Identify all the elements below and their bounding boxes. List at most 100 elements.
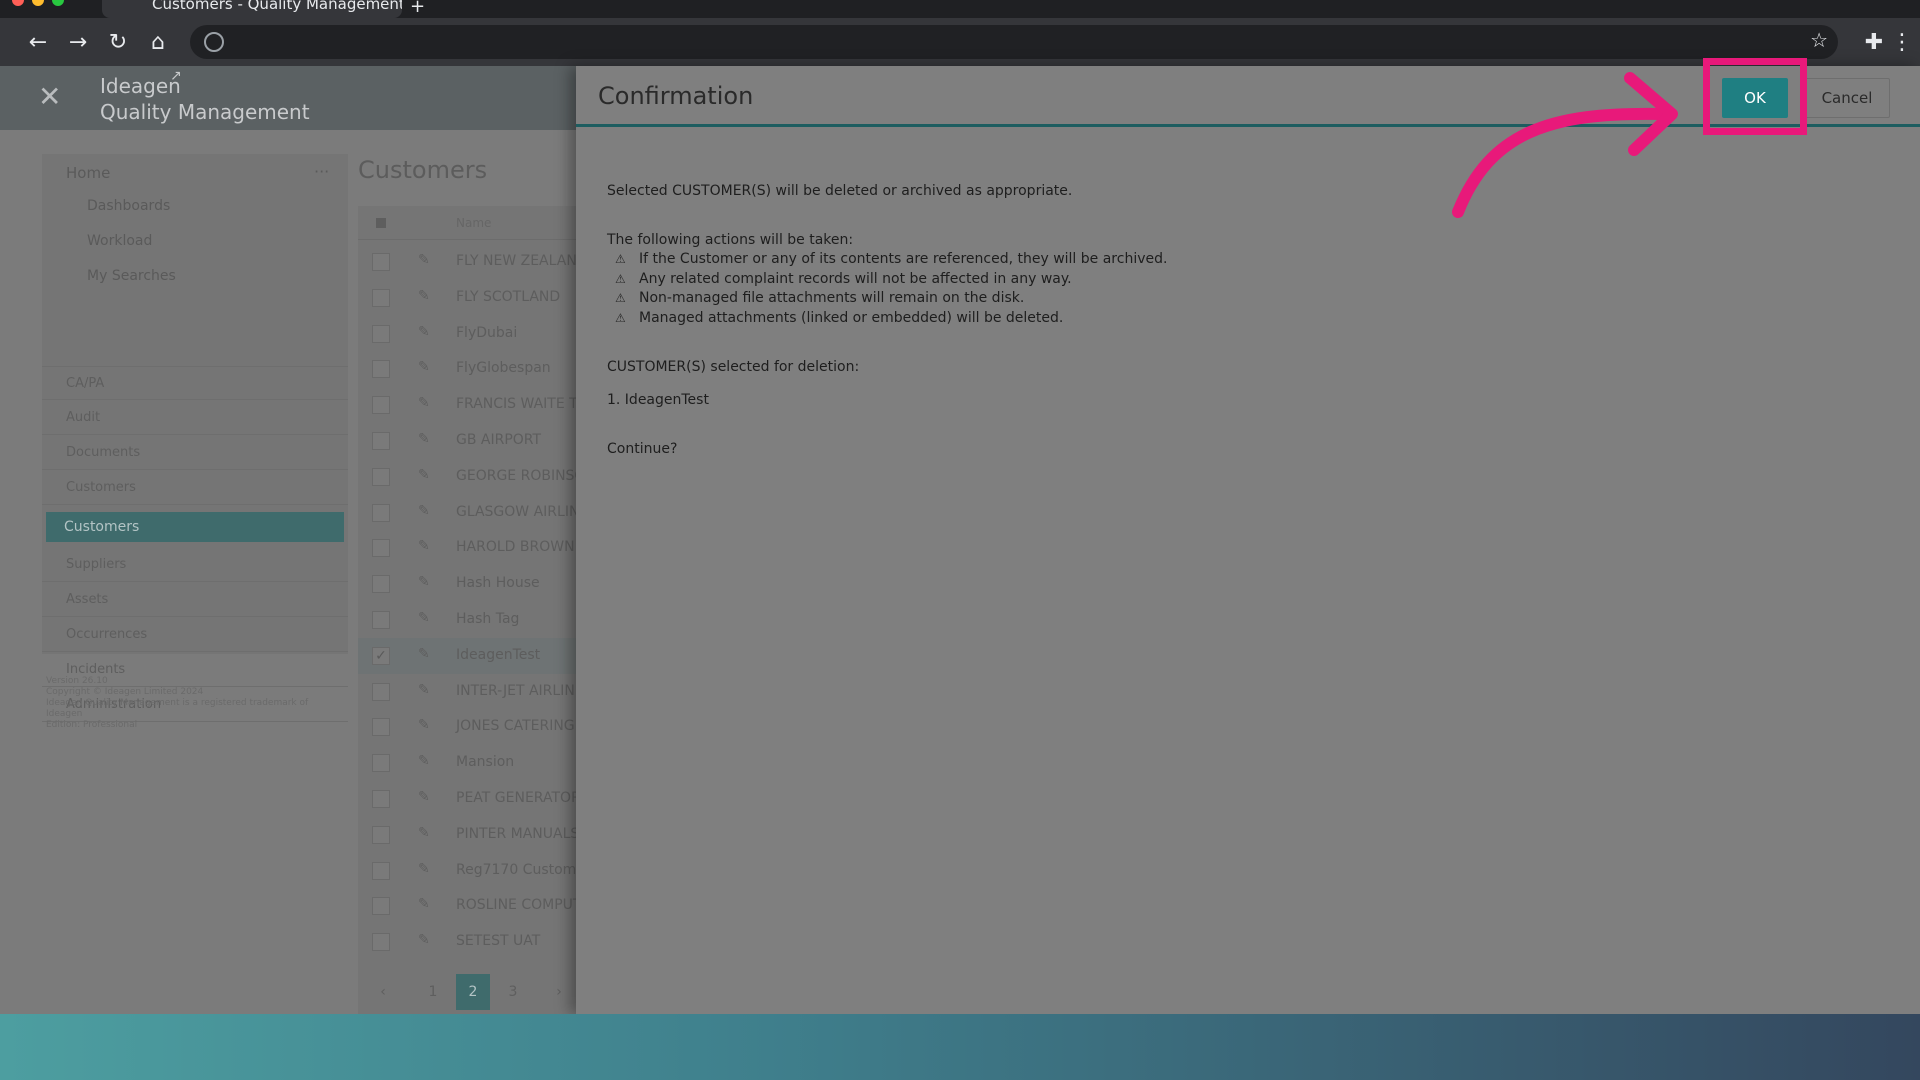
table-row[interactable]: ✎ FlyDubai: [358, 316, 578, 352]
row-checkbox[interactable]: [372, 825, 390, 844]
table-row[interactable]: ✎ PEAT GENERATOR: [358, 781, 581, 817]
customer-name[interactable]: Hash Tag: [456, 611, 519, 627]
customer-name[interactable]: Mansion: [456, 754, 514, 770]
sidebar-item-dashboards[interactable]: Dashboards: [87, 198, 170, 214]
site-info-icon[interactable]: [204, 32, 224, 52]
select-all-checkbox[interactable]: [376, 218, 386, 228]
row-checkbox[interactable]: [372, 754, 390, 773]
row-checkbox[interactable]: [372, 432, 390, 450]
row-checkbox[interactable]: [372, 288, 390, 307]
edit-pencil-icon[interactable]: ✎: [418, 861, 430, 877]
row-checkbox[interactable]: [372, 467, 390, 486]
table-row[interactable]: ✎ FlyGlobespan: [358, 351, 578, 387]
table-row[interactable]: ✎ JONES CATERING: [358, 709, 578, 745]
row-checkbox[interactable]: [372, 396, 390, 415]
page-1[interactable]: 1: [416, 974, 450, 1010]
edit-pencil-icon[interactable]: ✎: [418, 538, 430, 554]
row-checkbox[interactable]: [372, 253, 390, 271]
back-icon[interactable]: ←: [22, 26, 54, 58]
row-checkbox[interactable]: [372, 575, 390, 594]
customer-name[interactable]: FLY SCOTLAND: [456, 289, 560, 305]
sidebar-item-assets[interactable]: Assets: [42, 583, 348, 617]
customer-name[interactable]: FRANCIS WAITE TR: [456, 396, 587, 412]
row-checkbox[interactable]: [372, 790, 390, 808]
sidebar-item-customers-section[interactable]: Customers: [42, 471, 348, 505]
table-row[interactable]: ✎ GLASGOW AIRLIN: [358, 495, 579, 531]
edit-pencil-icon[interactable]: ✎: [418, 646, 430, 662]
row-checkbox[interactable]: [372, 324, 390, 343]
cancel-button[interactable]: Cancel: [1804, 78, 1890, 118]
row-checkbox[interactable]: [372, 360, 390, 379]
table-row[interactable]: ✎ Hash House: [358, 566, 578, 602]
table-row[interactable]: ✎ Reg7170 Custome: [358, 853, 585, 889]
row-checkbox[interactable]: [372, 682, 390, 701]
edit-pencil-icon[interactable]: ✎: [418, 359, 430, 375]
customer-name[interactable]: GB AIRPORT: [456, 432, 541, 448]
sidebar-item-my-searches[interactable]: My Searches: [87, 268, 176, 284]
edit-pencil-icon[interactable]: ✎: [418, 682, 430, 698]
row-checkbox[interactable]: [372, 503, 390, 522]
edit-pencil-icon[interactable]: ✎: [418, 395, 430, 411]
sidebar-item-occurrences[interactable]: Occurrences: [42, 618, 348, 652]
home-icon[interactable]: ⌂: [142, 26, 174, 58]
row-checkbox[interactable]: [372, 611, 390, 629]
edit-pencil-icon[interactable]: ✎: [418, 753, 430, 769]
customer-name[interactable]: PINTER MANUALS: [456, 826, 579, 842]
edit-pencil-icon[interactable]: ✎: [418, 896, 430, 912]
customer-name[interactable]: FlyGlobespan: [456, 360, 551, 376]
customer-name[interactable]: PEAT GENERATOR: [456, 790, 581, 806]
bookmark-star-icon[interactable]: ☆: [1810, 28, 1828, 52]
customer-name[interactable]: SETEST UAT: [456, 933, 540, 949]
row-checkbox[interactable]: [372, 861, 390, 880]
table-row[interactable]: ✎ ROSLINE COMPUT: [358, 888, 581, 924]
sidebar-item-capa[interactable]: CA/PA: [42, 366, 348, 400]
customer-name[interactable]: FLY NEW ZEALAND: [456, 253, 588, 269]
sidebar-more-icon[interactable]: ···: [314, 162, 329, 181]
row-checkbox[interactable]: [372, 539, 390, 558]
forward-icon[interactable]: →: [62, 26, 94, 58]
row-checkbox[interactable]: [372, 897, 390, 916]
customer-name[interactable]: INTER-JET AIRLINE: [456, 683, 584, 699]
new-tab-button[interactable]: +: [410, 0, 425, 17]
sidebar-item-suppliers[interactable]: Suppliers: [42, 548, 348, 582]
pagination-prev-icon[interactable]: ‹: [366, 974, 400, 1010]
table-row[interactable]: ✎ FLY NEW ZEALAND: [358, 244, 588, 280]
row-checkbox[interactable]: ✓: [372, 646, 390, 665]
edit-pencil-icon[interactable]: ✎: [418, 789, 430, 805]
edit-pencil-icon[interactable]: ✎: [418, 610, 430, 626]
edit-pencil-icon[interactable]: ✎: [418, 252, 430, 268]
pagination-next-icon[interactable]: ›: [542, 974, 576, 1010]
customer-name[interactable]: Reg7170 Custome: [456, 862, 585, 878]
customer-name[interactable]: JONES CATERING: [456, 718, 575, 734]
customer-name[interactable]: Hash House: [456, 575, 540, 591]
edit-pencil-icon[interactable]: ✎: [418, 717, 430, 733]
window-zoom-dot[interactable]: [52, 0, 64, 6]
customer-name[interactable]: ROSLINE COMPUT: [456, 897, 581, 913]
column-header-name[interactable]: Name: [456, 216, 491, 230]
customer-name[interactable]: GEORGE ROBINSO: [456, 468, 585, 484]
table-row[interactable]: ✎ FRANCIS WAITE TR: [358, 387, 587, 423]
sidebar-item-workload[interactable]: Workload: [87, 233, 152, 249]
sidebar-item-customers[interactable]: Customers: [46, 512, 344, 542]
sidebar-item-audit[interactable]: Audit: [42, 401, 348, 435]
table-row[interactable]: ✎ INTER-JET AIRLINE: [358, 674, 584, 710]
edit-pencil-icon[interactable]: ✎: [418, 825, 430, 841]
table-row[interactable]: ✎ Hash Tag: [358, 602, 578, 638]
sidebar-item-home[interactable]: Home: [66, 164, 110, 182]
table-row[interactable]: ✓ ✎ IdeagenTest: [358, 637, 578, 674]
table-row[interactable]: ✎ Mansion: [358, 745, 578, 781]
row-checkbox[interactable]: [372, 718, 390, 737]
customer-name[interactable]: IdeagenTest: [456, 647, 540, 663]
customer-name[interactable]: GLASGOW AIRLIN: [456, 504, 579, 520]
edit-pencil-icon[interactable]: ✎: [418, 503, 430, 519]
sidebar-item-documents[interactable]: Documents: [42, 436, 348, 470]
window-minimize-dot[interactable]: [32, 0, 44, 6]
window-close-dot[interactable]: [12, 0, 24, 6]
edit-pencil-icon[interactable]: ✎: [418, 932, 430, 948]
customer-name[interactable]: FlyDubai: [456, 325, 517, 341]
customer-name[interactable]: HAROLD BROWN: [456, 539, 575, 555]
browser-menu-icon[interactable]: ⋮: [1891, 26, 1913, 58]
row-checkbox[interactable]: [372, 933, 390, 952]
table-row[interactable]: ✎ GEORGE ROBINSO: [358, 459, 585, 495]
page-3[interactable]: 3: [496, 974, 530, 1010]
